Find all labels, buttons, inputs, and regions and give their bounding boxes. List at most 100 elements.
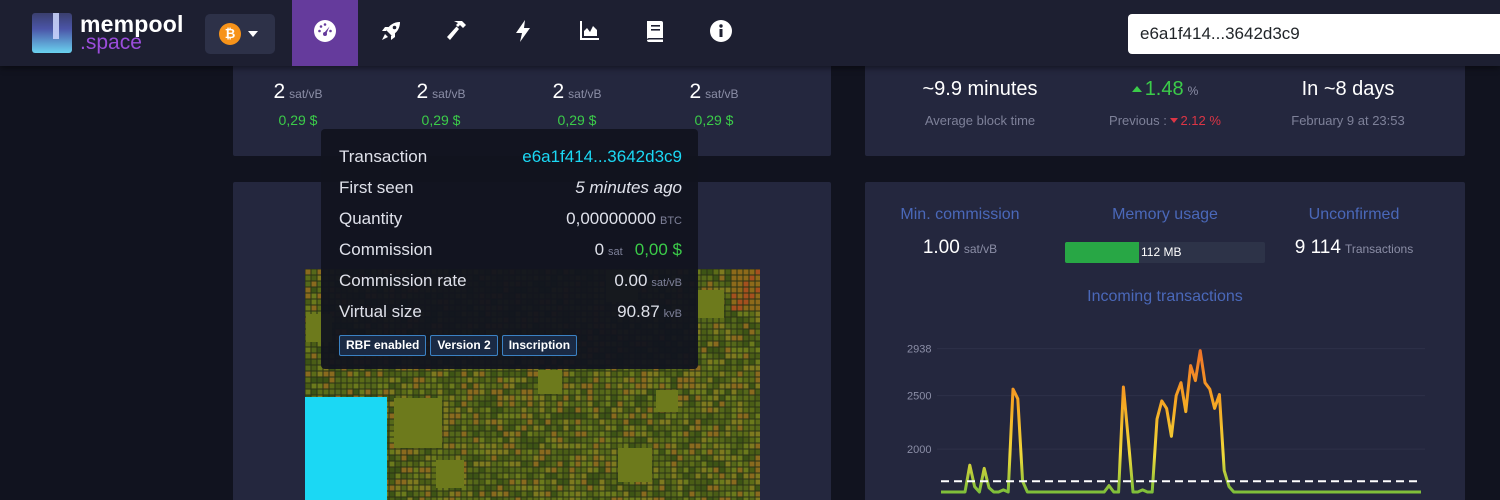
tx-square[interactable]	[581, 407, 587, 413]
tx-square[interactable]	[617, 419, 623, 425]
tx-square[interactable]	[635, 383, 641, 389]
tx-square[interactable]	[695, 395, 701, 401]
tx-square[interactable]	[575, 467, 581, 473]
tx-square[interactable]	[731, 335, 737, 341]
tx-square[interactable]	[725, 359, 731, 365]
tx-square[interactable]	[743, 353, 749, 359]
tx-square[interactable]	[503, 461, 509, 467]
tx-square[interactable]	[587, 467, 593, 473]
tx-square[interactable]	[719, 473, 725, 479]
tx-square[interactable]	[485, 395, 491, 401]
tx-square[interactable]	[485, 455, 491, 461]
tx-square[interactable]	[701, 275, 707, 281]
tx-square[interactable]	[665, 485, 671, 491]
tx-square[interactable]	[719, 329, 725, 335]
tx-square[interactable]	[353, 377, 359, 383]
tx-square[interactable]	[527, 485, 533, 491]
tx-square[interactable]	[677, 377, 683, 383]
tx-square[interactable]	[305, 365, 311, 371]
tx-square[interactable]	[677, 407, 683, 413]
tx-square[interactable]	[647, 401, 653, 407]
tx-square[interactable]	[641, 407, 647, 413]
tx-square[interactable]	[653, 485, 659, 491]
tx-square[interactable]	[677, 431, 683, 437]
tx-square[interactable]	[569, 389, 575, 395]
tx-square[interactable]	[485, 449, 491, 455]
tx-square[interactable]	[593, 407, 599, 413]
tx-square[interactable]	[533, 383, 539, 389]
tx-square[interactable]	[503, 455, 509, 461]
tx-square[interactable]	[563, 395, 569, 401]
tx-square[interactable]	[449, 491, 455, 497]
tx-square[interactable]	[701, 359, 707, 365]
tx-square[interactable]	[707, 365, 713, 371]
tx-square[interactable]	[539, 401, 545, 407]
tx-square[interactable]	[491, 413, 497, 419]
tx-square[interactable]	[515, 401, 521, 407]
tx-square[interactable]	[533, 419, 539, 425]
tx-square[interactable]	[689, 401, 695, 407]
tx-square[interactable]	[485, 443, 491, 449]
tx-square[interactable]	[539, 479, 545, 485]
tx-square[interactable]	[503, 491, 509, 497]
tx-square[interactable]	[737, 311, 743, 317]
tx-square[interactable]	[491, 479, 497, 485]
tx-square[interactable]	[605, 467, 611, 473]
tx-square[interactable]	[695, 371, 701, 377]
tx-square[interactable]	[605, 437, 611, 443]
tx-square[interactable]	[743, 455, 749, 461]
tx-square[interactable]	[569, 443, 575, 449]
tx-square[interactable]	[683, 449, 689, 455]
tx-square[interactable]	[701, 269, 707, 275]
tx-square[interactable]	[677, 443, 683, 449]
tx-square[interactable]	[539, 437, 545, 443]
tx-square[interactable]	[653, 491, 659, 497]
tx-square[interactable]	[719, 335, 725, 341]
tx-square[interactable]	[743, 449, 749, 455]
tx-square[interactable]	[587, 491, 593, 497]
tx-square[interactable]	[749, 425, 755, 431]
tx-square[interactable]	[743, 299, 749, 305]
tx-square[interactable]	[749, 311, 755, 317]
tx-square[interactable]	[689, 383, 695, 389]
tx-square[interactable]	[527, 371, 533, 377]
tx-square[interactable]	[455, 425, 461, 431]
tx-square[interactable]	[755, 491, 761, 497]
tx-square[interactable]	[641, 431, 647, 437]
tx-square[interactable]	[515, 473, 521, 479]
tx-square[interactable]	[737, 449, 743, 455]
tx-square[interactable]	[719, 485, 725, 491]
tx-square[interactable]	[569, 473, 575, 479]
tx-square[interactable]	[707, 317, 713, 323]
tx-square[interactable]	[617, 491, 623, 497]
tx-square[interactable]	[455, 491, 461, 497]
tx-square[interactable]	[719, 383, 725, 389]
tx-square[interactable]	[629, 491, 635, 497]
tx-square[interactable]	[749, 293, 755, 299]
tx-square[interactable]	[701, 491, 707, 497]
tx-square[interactable]	[563, 371, 569, 377]
tx-square[interactable]	[557, 485, 563, 491]
tx-square[interactable]	[755, 299, 761, 305]
tx-square[interactable]	[437, 449, 443, 455]
tx-square[interactable]	[641, 419, 647, 425]
tx-square[interactable]	[623, 431, 629, 437]
tx-square[interactable]	[743, 407, 749, 413]
tx-square[interactable]	[509, 449, 515, 455]
tx-square[interactable]	[707, 389, 713, 395]
tx-square[interactable]	[521, 455, 527, 461]
tx-square[interactable]	[467, 431, 473, 437]
tx-square[interactable]	[611, 461, 617, 467]
tx-square[interactable]	[497, 419, 503, 425]
tx-square[interactable]	[749, 359, 755, 365]
tx-square[interactable]	[713, 365, 719, 371]
tx-square[interactable]	[533, 449, 539, 455]
tx-square[interactable]	[617, 371, 623, 377]
tx-square[interactable]	[641, 401, 647, 407]
tx-square[interactable]	[467, 485, 473, 491]
tx-square[interactable]	[503, 449, 509, 455]
tx-square[interactable]	[701, 425, 707, 431]
tx-square[interactable]	[605, 479, 611, 485]
tx-square[interactable]	[305, 371, 311, 377]
tx-square[interactable]	[497, 371, 503, 377]
